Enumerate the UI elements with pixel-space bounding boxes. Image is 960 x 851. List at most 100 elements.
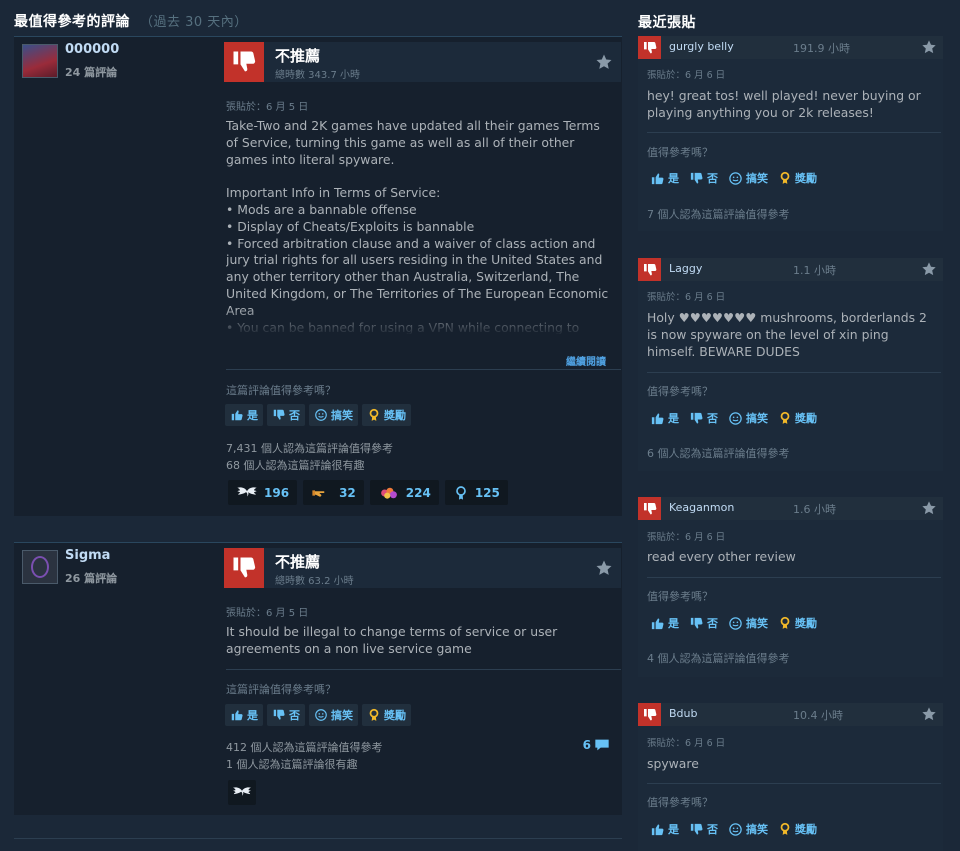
author-name[interactable]: 000000 — [65, 42, 119, 57]
smile-icon — [314, 708, 328, 722]
smile-icon — [728, 822, 743, 837]
awards-row: 196 32 224 125 — [228, 480, 508, 505]
vote-yes-button[interactable]: 是 — [647, 168, 682, 188]
author-review-count[interactable]: 26 篇評論 — [65, 570, 117, 586]
award-icon — [778, 822, 792, 836]
top-reviews-title: 最值得參考的評論 （過去 30 天內） — [14, 14, 248, 30]
award-chip[interactable] — [228, 780, 256, 805]
author-review-count[interactable]: 24 篇評論 — [65, 64, 117, 80]
vote-yes-button[interactable]: 是 — [647, 819, 682, 839]
award-chip[interactable]: 125 — [444, 480, 508, 505]
thumbs-down-icon — [638, 497, 661, 520]
vote-funny-button[interactable]: 搞笑 — [725, 613, 771, 633]
read-more-link[interactable]: 繼續閱讀 — [566, 353, 606, 368]
vote-yes-button[interactable]: 是 — [647, 613, 682, 633]
helpful-question: 值得參考嗎？ — [647, 146, 713, 159]
award-button[interactable]: 獎勵 — [775, 168, 820, 188]
comment-count[interactable]: 6 — [583, 738, 610, 752]
thumbs-up-icon — [650, 616, 665, 631]
vote-funny-button[interactable]: 搞笑 — [725, 819, 771, 839]
vote-no-button[interactable]: 否 — [686, 168, 721, 188]
star-icon[interactable] — [921, 39, 937, 55]
recent-review-card: Keaganmon 1.6 小時 張貼於：6 月 6 日 read every … — [638, 497, 943, 677]
author-name[interactable]: Sigma — [65, 548, 110, 563]
helpful-question: 這篇評論值得參考嗎？ — [226, 683, 336, 696]
thumbs-down-icon — [638, 36, 661, 59]
award-button[interactable]: 獎勵 — [775, 613, 820, 633]
vote-funny-button[interactable]: 搞笑 — [309, 704, 358, 726]
recent-review-card: Laggy 1.1 小時 張貼於：6 月 6 日 Holy ♥♥♥♥♥♥♥ mu… — [638, 258, 943, 471]
vote-no-button[interactable]: 否 — [686, 408, 721, 428]
avatar[interactable] — [22, 550, 58, 584]
vote-funny-button[interactable]: 搞笑 — [725, 168, 771, 188]
vote-buttons: 是 否 搞笑 獎勵 — [647, 613, 820, 633]
vote-buttons: 是 否 搞笑 獎勵 — [225, 404, 411, 426]
helpful-count: 412 個人認為這篇評論值得參考 — [226, 741, 383, 754]
award-icon — [778, 616, 792, 630]
wings-icon — [236, 486, 258, 500]
star-icon[interactable] — [921, 500, 937, 516]
posted-date: 張貼於：6 月 6 日 — [647, 70, 726, 81]
medal-icon — [453, 485, 469, 501]
thumbs-up-icon — [650, 411, 665, 426]
award-icon — [778, 411, 792, 425]
smile-icon — [728, 411, 743, 426]
helpful-question: 值得參考嗎？ — [647, 590, 713, 603]
playtime: 191.9 小時 — [793, 42, 850, 55]
vote-yes-button[interactable]: 是 — [647, 408, 682, 428]
posted-date: 張貼於：6 月 5 日 — [226, 102, 309, 113]
funny-count: 68 個人認為這篇評論很有趣 — [226, 458, 365, 472]
vote-no-button[interactable]: 否 — [267, 404, 305, 426]
author-name[interactable]: gurgly belly — [669, 40, 734, 53]
vote-funny-button[interactable]: 搞笑 — [725, 408, 771, 428]
posted-date: 張貼於：6 月 6 日 — [647, 292, 726, 303]
star-icon[interactable] — [595, 53, 613, 71]
helpful-count: 7,431 個人認為這篇評論值得參考 — [226, 442, 393, 455]
award-chip[interactable]: 224 — [369, 480, 439, 505]
author-name[interactable]: Keaganmon — [669, 501, 734, 514]
author-name[interactable]: Bdub — [669, 707, 697, 720]
award-icon — [778, 171, 792, 185]
avatar[interactable] — [22, 44, 58, 78]
star-icon[interactable] — [595, 559, 613, 577]
thumbs-down-icon — [689, 411, 704, 426]
award-chip[interactable]: 32 — [303, 480, 364, 505]
author-name[interactable]: Laggy — [669, 262, 702, 275]
thumbs-up-icon — [650, 171, 665, 186]
wings-icon — [232, 786, 252, 799]
helpful-question: 這篇評論值得參考嗎？ — [226, 384, 336, 397]
star-icon[interactable] — [921, 261, 937, 277]
vote-no-button[interactable]: 否 — [686, 819, 721, 839]
vote-buttons: 是 否 搞笑 獎勵 — [647, 819, 820, 839]
vote-yes-button[interactable]: 是 — [225, 704, 263, 726]
review-stats: 7,431 個人認為這篇評論值得參考 68 個人認為這篇評論很有趣 — [226, 441, 393, 474]
smile-icon — [728, 171, 743, 186]
award-chip[interactable]: 196 — [228, 480, 298, 505]
vote-buttons: 是 否 搞笑 獎勵 — [225, 704, 411, 726]
recent-reviews-title: 最近張貼 — [638, 15, 696, 31]
recommendation-label: 不推薦 — [275, 47, 321, 65]
helpful-count: 4 個人認為這篇評論值得參考 — [647, 652, 790, 665]
award-button[interactable]: 獎勵 — [362, 704, 411, 726]
helpful-question: 值得參考嗎？ — [647, 385, 713, 398]
vote-no-button[interactable]: 否 — [686, 613, 721, 633]
smile-icon — [314, 408, 328, 422]
award-button[interactable]: 獎勵 — [362, 404, 411, 426]
smile-icon — [728, 616, 743, 631]
vote-no-button[interactable]: 否 — [267, 704, 305, 726]
heart-cluster-icon — [378, 486, 400, 500]
funny-count: 1 個人認為這篇評論很有趣 — [226, 757, 358, 771]
award-button[interactable]: 獎勵 — [775, 408, 820, 428]
thumbs-up-icon — [230, 408, 244, 422]
thumbs-down-icon — [272, 408, 286, 422]
award-button[interactable]: 獎勵 — [775, 819, 820, 839]
vote-buttons: 是 否 搞笑 獎勵 — [647, 408, 820, 428]
playtime: 1.6 小時 — [793, 503, 836, 516]
posted-date: 張貼於：6 月 6 日 — [647, 532, 726, 543]
playtime: 10.4 小時 — [793, 709, 843, 722]
playtime: 1.1 小時 — [793, 264, 836, 277]
vote-funny-button[interactable]: 搞笑 — [309, 404, 358, 426]
star-icon[interactable] — [921, 706, 937, 722]
vote-yes-button[interactable]: 是 — [225, 404, 263, 426]
thumbs-down-icon — [689, 616, 704, 631]
